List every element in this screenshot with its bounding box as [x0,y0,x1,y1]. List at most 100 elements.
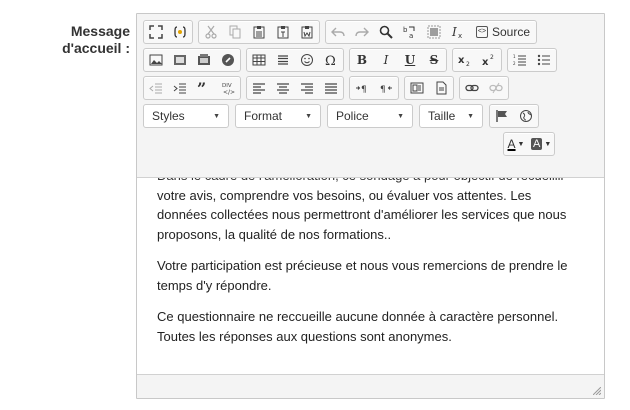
toolbar-group-align [246,76,344,100]
svg-text:a: a [409,32,413,39]
bold-icon[interactable]: B [350,49,374,71]
rtl-icon[interactable]: ¶ [374,77,398,99]
svg-text:Ω: Ω [325,54,336,67]
font-dropdown[interactable]: Police ▼ [327,104,413,128]
replace-icon[interactable]: ba [398,21,422,43]
paste-word-icon[interactable] [295,21,319,43]
chevron-down-icon: ▼ [467,112,474,120]
align-right-icon[interactable] [295,77,319,99]
format-dropdown[interactable]: Format ▼ [235,104,321,128]
iframe-icon[interactable] [216,49,240,71]
copy-icon[interactable] [223,21,247,43]
table-icon[interactable] [247,49,271,71]
styles-dropdown-label: Styles [152,109,185,123]
blockquote-icon[interactable]: ” [192,77,216,99]
link-icon[interactable] [460,77,484,99]
align-center-icon[interactable] [271,77,295,99]
svg-text:x: x [458,55,465,66]
subscript-icon[interactable]: x2 [453,49,477,71]
underline-icon[interactable]: U [398,49,422,71]
svg-text:b: b [403,26,408,34]
editor-content[interactable]: Dans le cadre de l'amélioration, ce sond… [137,177,604,375]
numbered-list-icon[interactable]: 12 [508,49,532,71]
chevron-down-icon: ▼ [517,140,525,148]
page-icon[interactable] [429,77,453,99]
svg-text:</>: </> [223,89,235,95]
toolbar-group-script: x2 x2 [452,48,502,72]
editor-toolbar: ba Ix <> Source Ω B I U S x 2 x 2 1 2 ” … [137,14,604,175]
flash-icon[interactable] [168,49,192,71]
toolbar-group-indent: ” DIV </> [143,76,241,100]
align-left-icon[interactable] [247,77,271,99]
chevron-down-icon: ▼ [397,112,404,120]
outdent-icon[interactable] [144,77,168,99]
superscript-icon[interactable]: x2 [477,49,501,71]
toolbar-group-insert [143,48,241,72]
source-icon: <> [476,26,488,38]
paste-icon[interactable] [247,21,271,43]
toolbar-row-2: Ω B I U S x2 x2 12 [143,48,562,72]
toolbar-row-1: ba Ix <> Source [143,20,542,44]
toolbar-row-5: A ▼ A ▼ [503,132,560,156]
toolbar-row-4: Styles ▼ Format ▼ Police ▼ Taille ▼ [143,104,544,128]
paste-text-icon[interactable] [271,21,295,43]
italic-icon[interactable]: I [374,49,398,71]
bg-color-button[interactable]: A ▼ [528,133,554,155]
toolbar-group-lists: 12 [507,48,557,72]
find-icon[interactable] [374,21,398,43]
svg-text:¶: ¶ [380,85,386,95]
toolbar-group-clipboard [198,20,320,44]
svg-text:¶: ¶ [361,85,367,95]
bulleted-list-icon[interactable] [532,49,556,71]
svg-text:1: 1 [513,54,516,59]
source-button[interactable]: <> Source [470,21,536,43]
select-all-icon[interactable] [422,21,446,43]
unlink-icon[interactable] [484,77,508,99]
undo-icon[interactable] [326,21,350,43]
svg-text:x: x [458,32,462,39]
text-color-icon: A [507,137,516,151]
indent-icon[interactable] [168,77,192,99]
toolbar-group-document [143,20,193,44]
redo-icon[interactable] [350,21,374,43]
svg-text:x: x [482,57,489,67]
template-icon[interactable] [405,77,429,99]
smiley-icon[interactable] [295,49,319,71]
image-icon[interactable] [144,49,168,71]
toolbar-group-basicstyles: B I U S [349,48,447,72]
toolbar-group-bidi: ¶ ¶ [349,76,399,100]
horizontal-rule-icon[interactable] [271,49,295,71]
chevron-down-icon: ▼ [305,112,312,120]
div-icon[interactable]: DIV </> [216,77,240,99]
size-dropdown[interactable]: Taille ▼ [419,104,483,128]
svg-text:2: 2 [466,61,470,67]
toolbar-group-editing: ba Ix <> Source [325,20,538,44]
cut-icon[interactable] [199,21,223,43]
resize-handle-icon[interactable] [593,387,601,395]
globe-icon[interactable] [514,105,538,127]
size-dropdown-label: Taille [428,109,456,123]
anchor-icon[interactable] [490,105,514,127]
strike-icon[interactable]: S [422,49,446,71]
media-icon[interactable] [192,49,216,71]
toolbar-group-colors: A ▼ A ▼ [503,132,556,156]
ltr-icon[interactable]: ¶ [350,77,374,99]
content-cut-line: Dans le cadre de l'amélioration, ce sond… [157,178,584,186]
show-blocks-icon[interactable] [168,21,192,43]
text-color-button[interactable]: A ▼ [504,133,528,155]
content-paragraph: Votre participation est précieuse et nou… [157,258,568,293]
font-dropdown-label: Police [336,109,369,123]
styles-dropdown[interactable]: Styles ▼ [143,104,229,128]
svg-text:2: 2 [490,54,494,61]
justify-icon[interactable] [319,77,343,99]
maximize-icon[interactable] [144,21,168,43]
chevron-down-icon: ▼ [213,112,220,120]
rich-text-editor: ba Ix <> Source Ω B I U S x 2 x 2 1 2 ” … [136,13,605,399]
remove-format-icon[interactable]: Ix [446,21,470,43]
content-paragraph: Ce questionnaire ne reccueille aucune do… [157,309,559,344]
bg-color-icon: A [531,138,543,150]
special-char-icon[interactable]: Ω [319,49,343,71]
chevron-down-icon: ▼ [544,140,552,148]
svg-text:I: I [451,25,457,39]
toolbar-group-links [459,76,509,100]
